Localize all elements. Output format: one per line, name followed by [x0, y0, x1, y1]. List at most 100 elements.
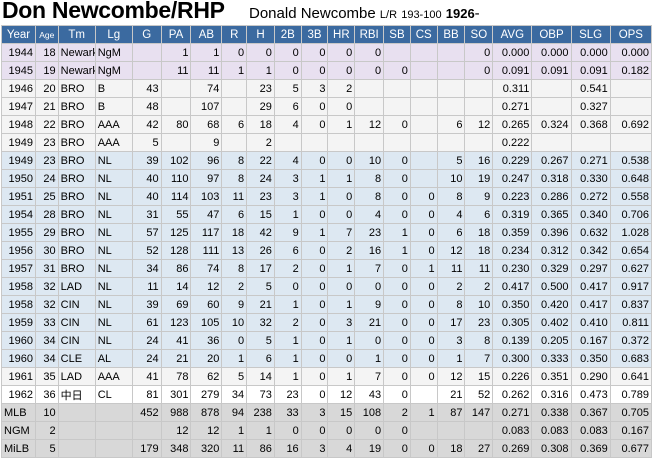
cell-rbi: 9: [354, 295, 385, 314]
cell-hr: 0: [327, 187, 356, 206]
cell-rbi: 19: [354, 439, 385, 458]
cell-bb: 6: [436, 223, 466, 242]
cell-so: 7: [464, 349, 494, 368]
cell-year: MiLB: [1, 439, 36, 458]
cell-age: 28: [34, 205, 59, 224]
cell-rbi: 23: [354, 223, 385, 242]
cell-ab: 103: [190, 187, 223, 206]
cell-ops: 0.167: [609, 421, 653, 440]
cell-lg: CL: [94, 385, 133, 404]
totals-row: MiLB 5 179 348 320 11 86 16 3 4 19 0 0 18 27 0.269 0.308…: [1, 439, 653, 458]
cell-slg: 0.369: [570, 439, 611, 458]
cell-year: 1958: [1, 277, 36, 296]
stats-body: 1944 18 Newark NgM 1 1 0 0 0 0 0 0 0 0.000 0.000 0.000 0…: [1, 43, 653, 458]
cell-hr: 15: [327, 403, 356, 422]
column-header-lg: Lg: [94, 25, 133, 44]
cell-avg: 0.230: [492, 259, 533, 278]
cell-ops: 0.182: [609, 61, 653, 80]
cell-g: 11: [131, 277, 162, 296]
cell-slg: 0.473: [570, 385, 611, 404]
cell-obp: 0.500: [531, 277, 572, 296]
cell-bb: 8: [436, 187, 466, 206]
cell-age: 22: [34, 115, 59, 134]
cell-g: [131, 421, 162, 440]
column-header-year: Year: [1, 25, 36, 44]
cell-3b: 3: [300, 439, 329, 458]
season-row: 1954 28 BRO NL 31 55 47 6 15 1 0 0 4 0 0 4 6 0.319 0.365 0.…: [1, 205, 653, 224]
cell-bb: 12: [436, 367, 466, 386]
cell-slg: 0.091: [570, 61, 611, 80]
cell-year: 1957: [1, 259, 36, 278]
cell-3b: 0: [300, 349, 329, 368]
cell-year: 1962: [1, 385, 36, 404]
season-row: 1958 32 CIN NL 39 69 60 9 21 1 0 1 9 0 0 8 10 0.350 0.420 0…: [1, 295, 653, 314]
season-row: 1951 25 BRO NL 40 114 103 11 23 3 1 0 8 0 0 8 9 0.223 0.28…: [1, 187, 653, 206]
cell-rbi: 21: [354, 313, 385, 332]
cell-sb: 0: [383, 349, 411, 368]
cell-h: 14: [246, 367, 275, 386]
cell-cs: 0: [409, 313, 438, 332]
cell-slg: 0.271: [570, 151, 611, 170]
cell-3b: 1: [300, 223, 329, 242]
cell-year: 1945: [1, 61, 36, 80]
cell-rbi: 0: [354, 61, 385, 80]
cell-year: 1955: [1, 223, 36, 242]
cell-rbi: 1: [354, 349, 385, 368]
column-header-slg: SLG: [570, 25, 611, 44]
cell-3b: 1: [300, 187, 329, 206]
cell-avg: 0.271: [492, 403, 533, 422]
cell-lg: NL: [94, 223, 133, 242]
cell-cs: [409, 421, 438, 440]
cell-tm: LAD: [57, 367, 96, 386]
cell-lg: [94, 421, 133, 440]
cell-slg: [570, 133, 611, 152]
cell-2b: 0: [273, 421, 302, 440]
cell-slg: 0.297: [570, 259, 611, 278]
cell-h: 23: [246, 79, 275, 98]
cell-hr: 7: [327, 223, 356, 242]
cell-hr: 1: [327, 331, 356, 350]
cell-lg: NL: [94, 169, 133, 188]
cell-so: [464, 133, 494, 152]
cell-sb: 0: [383, 439, 411, 458]
cell-hr: 1: [327, 115, 356, 134]
cell-g: 34: [131, 259, 162, 278]
cell-lg: AAA: [94, 133, 133, 152]
cell-pa: 86: [160, 259, 192, 278]
cell-ops: 0.692: [609, 115, 653, 134]
cell-lg: NgM: [94, 43, 133, 62]
season-row: 1948 22 BRO AAA 42 80 68 6 18 4 0 1 12 0 6 12 0.265 0.324…: [1, 115, 653, 134]
cell-g: 57: [131, 223, 162, 242]
cell-hr: 2: [327, 79, 356, 98]
cell-obp: 0.324: [531, 115, 572, 134]
cell-so: 16: [464, 151, 494, 170]
cell-rbi: 8: [354, 169, 385, 188]
column-header-ab: AB: [190, 25, 223, 44]
cell-so: 12: [464, 115, 494, 134]
cell-r: [221, 133, 248, 152]
cell-rbi: 4: [354, 205, 385, 224]
cell-age: 20: [34, 79, 59, 98]
cell-hr: 0: [327, 97, 356, 116]
cell-pa: 128: [160, 241, 192, 260]
cell-ab: 279: [190, 385, 223, 404]
cell-3b: 1: [300, 169, 329, 188]
cell-ops: 1.028: [609, 223, 653, 242]
cell-hr: 0: [327, 151, 356, 170]
cell-ops: 0.837: [609, 295, 653, 314]
cell-pa: 21: [160, 349, 192, 368]
cell-tm: BRO: [57, 97, 96, 116]
cell-tm: BRO: [57, 223, 96, 242]
cell-sb: 0: [383, 331, 411, 350]
season-row: 1947 21 BRO B 48 107 29 6 0 0 0.271 0.327: [1, 97, 653, 116]
cell-sb: 1: [383, 223, 411, 242]
cell-ops: 0.683: [609, 349, 653, 368]
cell-ab: 47: [190, 205, 223, 224]
cell-obp: 0.083: [531, 421, 572, 440]
cell-age: 34: [34, 331, 59, 350]
cell-g: 43: [131, 79, 162, 98]
cell-ops: 0.000: [609, 43, 653, 62]
cell-ab: 36: [190, 331, 223, 350]
cell-cs: 0: [409, 187, 438, 206]
cell-tm: BRO: [57, 169, 96, 188]
